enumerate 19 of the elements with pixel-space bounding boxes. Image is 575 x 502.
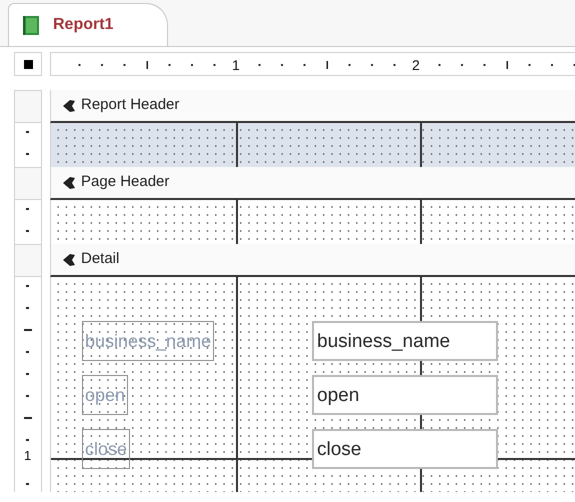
section-bar[interactable]: Report Header: [50, 90, 575, 123]
section-bar[interactable]: Page Header: [50, 167, 575, 200]
report-tab[interactable]: Report1: [8, 3, 168, 46]
section-bar[interactable]: Detail: [50, 244, 575, 277]
section-icon: [63, 254, 75, 266]
text-box[interactable]: business_name: [312, 321, 498, 361]
text-box[interactable]: open: [312, 375, 498, 415]
text-box[interactable]: close: [312, 429, 498, 469]
square-icon: [24, 60, 32, 68]
section-icon: [63, 176, 75, 188]
section-selector[interactable]: [14, 90, 42, 123]
report-icon: [23, 16, 39, 34]
section-icon: [63, 100, 75, 112]
section-selector[interactable]: [14, 167, 42, 200]
section-selector[interactable]: [14, 244, 42, 277]
ruler-number: 1: [232, 56, 240, 75]
ruler-number: 1: [24, 447, 32, 465]
select-report-box[interactable]: [14, 52, 42, 76]
ruler-number: 2: [412, 56, 420, 75]
